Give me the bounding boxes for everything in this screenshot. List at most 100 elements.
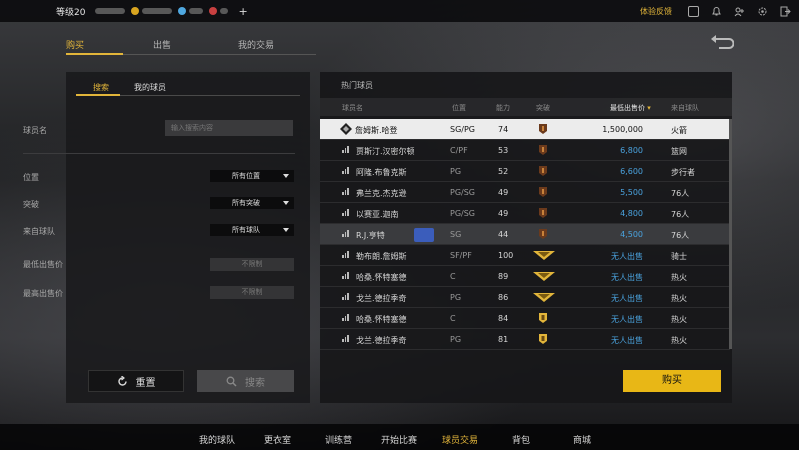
search-button[interactable]: 搜索: [197, 370, 294, 392]
gold-badge-icon: [539, 313, 547, 323]
player-team: 76人: [671, 210, 690, 219]
76ers-team-logo-icon: [414, 228, 434, 242]
table-row[interactable]: 阿隆.布鲁克斯 PG 52 6,600 步行者: [320, 161, 730, 182]
nav-shop[interactable]: 商城: [573, 433, 591, 446]
bell-icon[interactable]: [711, 6, 722, 17]
player-position: SF/PF: [450, 251, 472, 260]
team-select-value: 所有球队: [232, 226, 260, 234]
gold-badge-icon: [539, 334, 547, 344]
breakthrough-label: 突破: [23, 200, 39, 209]
breakthrough-select[interactable]: 所有突破: [210, 197, 294, 209]
player-list: 詹姆斯.哈登 SG/PG 74 1,500,000 火箭 贾斯汀.汉密尔顿 C/PF 53 6,…: [320, 119, 732, 350]
signal-icon: [342, 335, 350, 342]
exit-icon[interactable]: [780, 6, 791, 17]
player-team: 热火: [671, 315, 687, 324]
signal-icon: [342, 230, 350, 237]
player-ability: 49: [498, 188, 509, 197]
player-min-price: 无人出售: [611, 252, 643, 261]
tab-my-trades[interactable]: 我的交易: [238, 38, 274, 51]
player-team: 热火: [671, 273, 687, 282]
signal-icon: [342, 251, 350, 258]
reset-label: 重置: [135, 377, 156, 389]
col-position[interactable]: 位置: [452, 103, 466, 113]
min-price-input[interactable]: 不限制: [210, 258, 294, 271]
min-price-label: 最低出售价: [23, 260, 63, 269]
refresh-icon: [117, 375, 127, 386]
signal-icon: [342, 146, 350, 153]
tab-sell[interactable]: 出售: [153, 38, 171, 51]
friends-icon[interactable]: [734, 6, 745, 17]
reset-button[interactable]: 重置: [88, 370, 184, 392]
table-row[interactable]: 弗兰克.杰克逊 PG/SG 49 5,500 76人: [320, 182, 730, 203]
max-price-input[interactable]: 不限制: [210, 286, 294, 299]
panel-title: 热门球员: [341, 81, 373, 90]
player-name: 戈兰.德拉季奇: [356, 294, 407, 303]
col-ability[interactable]: 能力: [496, 103, 510, 113]
player-position: PG/SG: [450, 188, 475, 197]
table-row[interactable]: R.J.亨特 SG 44 4,500 76人: [320, 224, 730, 245]
signal-icon: [342, 314, 350, 321]
nav-player-trade[interactable]: 球员交易: [442, 433, 478, 446]
player-position: C: [450, 272, 456, 281]
position-select[interactable]: 所有位置: [210, 170, 294, 182]
nav-locker-room[interactable]: 更衣室: [264, 433, 291, 446]
filter-divider: [23, 153, 295, 154]
table-row[interactable]: 戈兰.德拉季奇 PG 86 无人出售 热火: [320, 287, 730, 308]
position-select-value: 所有位置: [232, 172, 260, 180]
add-currency-button[interactable]: +: [238, 5, 247, 18]
table-row[interactable]: 詹姆斯.哈登 SG/PG 74 1,500,000 火箭: [320, 119, 730, 140]
player-name: 戈兰.德拉季奇: [356, 336, 407, 345]
table-row[interactable]: 贾斯汀.汉密尔顿 C/PF 53 6,800 篮网: [320, 140, 730, 161]
player-team: 步行者: [671, 168, 695, 177]
table-row[interactable]: 勒布朗.詹姆斯 SF/PF 100 无人出售 骑士: [320, 245, 730, 266]
col-min-price[interactable]: 最低出售价 ▾: [610, 103, 651, 113]
portrait-icon[interactable]: [688, 5, 699, 17]
player-ability: 81: [498, 335, 509, 344]
list-scrollbar[interactable]: [729, 119, 732, 349]
blurred-username: [95, 8, 126, 14]
table-row[interactable]: 哈桑.怀特塞德 C 84 无人出售 热火: [320, 308, 730, 329]
buy-button[interactable]: 购买: [623, 370, 721, 392]
col-name[interactable]: 球员名: [342, 103, 363, 113]
breakthrough-select-value: 所有突破: [232, 199, 260, 207]
player-position: PG: [450, 167, 462, 176]
max-price-label: 最高出售价: [23, 289, 63, 298]
gold-coin-icon: [131, 7, 140, 15]
settings-icon[interactable]: [757, 6, 768, 17]
bronze-badge-icon: [539, 187, 547, 197]
back-icon[interactable]: [710, 35, 734, 49]
player-ability: 84: [498, 314, 509, 323]
player-position: SG/PG: [450, 125, 475, 134]
player-name: 弗兰克.杰克逊: [356, 189, 407, 198]
player-ability: 74: [498, 125, 509, 134]
player-team: 76人: [671, 231, 690, 240]
tab-my-players[interactable]: 我的球员: [134, 82, 166, 93]
table-row[interactable]: 哈桑.怀特塞德 C 89 无人出售 热火: [320, 266, 730, 287]
team-select[interactable]: 所有球队: [210, 224, 294, 236]
nav-start-game[interactable]: 开始比赛: [381, 433, 417, 446]
feedback-link[interactable]: 体验反馈: [640, 6, 672, 17]
position-label: 位置: [23, 173, 39, 182]
nav-backpack[interactable]: 背包: [512, 433, 530, 446]
player-position: C/PF: [450, 146, 468, 155]
tab-search[interactable]: 搜索: [93, 82, 109, 93]
table-row[interactable]: 戈兰.德拉季奇 PG 81 无人出售 热火: [320, 329, 730, 350]
player-name-input[interactable]: 输入搜索内容: [165, 120, 293, 136]
player-min-price: 无人出售: [611, 336, 643, 345]
nav-my-team[interactable]: 我的球队: [199, 433, 235, 446]
chevron-down-icon: [283, 201, 289, 205]
nav-training-camp[interactable]: 训练营: [325, 433, 352, 446]
table-row[interactable]: 以赛亚.迦南 PG/SG 49 4,800 76人: [320, 203, 730, 224]
player-name-label: 球员名: [23, 126, 47, 135]
player-min-price: 无人出售: [611, 294, 643, 303]
tab-buy[interactable]: 购买: [66, 38, 84, 51]
col-breakthrough[interactable]: 突破: [536, 103, 550, 113]
player-ability: 44: [498, 230, 509, 239]
gold-winged-badge-icon: [533, 251, 555, 260]
diamond-icon: [178, 7, 187, 15]
col-team[interactable]: 来自球队: [671, 103, 699, 113]
player-min-price: 无人出售: [611, 273, 643, 282]
signal-icon: [342, 188, 350, 195]
player-min-price: 6,800: [620, 146, 643, 155]
ticket-icon: [209, 7, 218, 15]
